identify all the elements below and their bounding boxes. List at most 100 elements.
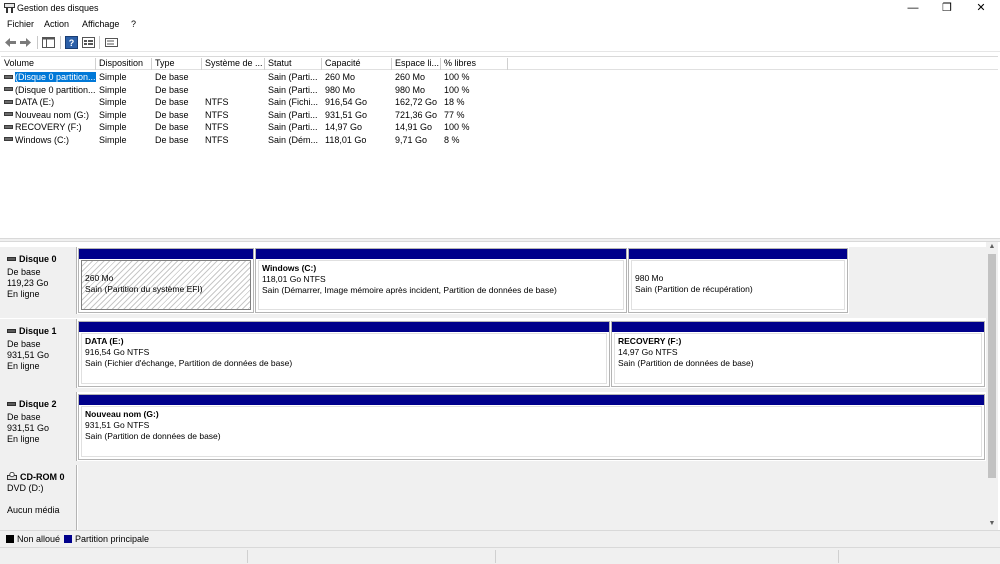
cell-percent-free: 100 % (444, 72, 470, 82)
partition-title: Nouveau nom (G:) (85, 409, 159, 419)
menu-help[interactable]: ? (131, 19, 136, 29)
toolbar: ? (0, 33, 1000, 52)
disk-2-size: 931,51 Go (7, 423, 50, 433)
menu-action[interactable]: Action (44, 19, 69, 29)
cell-filesystem: NTFS (205, 122, 229, 132)
cell-layout: Simple (99, 72, 127, 82)
cell-type: De base (155, 97, 189, 107)
partition-size: 931,51 Go NTFS (85, 420, 150, 430)
disk-0-size: 119,23 Go (7, 278, 49, 288)
partition-status: Sain (Partition de récupération) (635, 284, 753, 294)
toolbar-separator (60, 36, 61, 49)
cell-type: De base (155, 72, 189, 82)
column-header-status[interactable]: Statut (265, 58, 322, 70)
menu-affichage[interactable]: Affichage (82, 19, 119, 29)
cell-type: De base (155, 122, 189, 132)
partition-body: 980 Mo Sain (Partition de récupération) (631, 260, 845, 310)
disk-pane-scrollbar[interactable]: ▲ ▼ (986, 242, 998, 530)
partition-efi[interactable]: 260 Mo Sain (Partition du système EFI) (78, 248, 254, 313)
cell-free-space: 162,72 Go (395, 97, 438, 107)
volume-name: (Disque 0 partition... (15, 84, 96, 95)
cell-filesystem: NTFS (205, 97, 229, 107)
scroll-down-arrow[interactable]: ▼ (986, 519, 998, 529)
volume-list: Volume Disposition Type Système de ... S… (1, 56, 998, 238)
volume-name: Nouveau nom (G:) (15, 109, 90, 120)
cell-status: Sain (Parti... (268, 84, 318, 95)
column-header-type[interactable]: Type (152, 58, 202, 70)
status-pane (248, 550, 496, 563)
show-hide-console-tree-icon[interactable] (42, 36, 55, 49)
scroll-up-arrow[interactable]: ▲ (986, 242, 998, 252)
forward-icon[interactable] (19, 36, 32, 49)
cell-status: Sain (Parti... (268, 122, 318, 132)
disk-2-label-panel[interactable]: Disque 2 De base 931,51 Go En ligne (0, 392, 77, 461)
partition-size: 118,01 Go NTFS (262, 274, 326, 284)
column-header-layout[interactable]: Disposition (96, 58, 152, 70)
legend-bar: Non alloué Partition principale (0, 530, 1000, 547)
menu-fichier[interactable]: Fichier (7, 19, 34, 29)
volume-name: (Disque 0 partition... (15, 72, 96, 82)
status-pane (0, 550, 248, 563)
properties-icon[interactable] (82, 36, 95, 49)
volume-row[interactable]: (Disque 0 partition... Simple De base Sain … (1, 84, 998, 97)
cell-capacity: 118,01 Go (325, 134, 367, 145)
column-header-filesystem[interactable]: Système de ... (202, 58, 265, 70)
scroll-thumb[interactable] (988, 254, 996, 478)
partition-recovery-980[interactable]: 980 Mo Sain (Partition de récupération) (628, 248, 848, 313)
volume-row[interactable]: DATA (E:) Simple De base NTFS Sain (Fichi...… (1, 96, 998, 109)
partition-header-bar (79, 249, 253, 259)
restore-button[interactable]: ❐ (930, 0, 964, 17)
help-icon[interactable]: ? (65, 36, 78, 49)
back-icon[interactable] (4, 36, 17, 49)
cell-filesystem: NTFS (205, 134, 229, 145)
column-header-free-space[interactable]: Espace li... (392, 58, 441, 70)
partition-status: Sain (Démarrer, Image mémoire après inci… (262, 285, 557, 295)
column-header-percent-free[interactable]: % libres (441, 58, 508, 70)
cell-filesystem (202, 84, 265, 96)
partition-nouveau-nom-g[interactable]: Nouveau nom (G:) 931,51 Go NTFS Sain (Pa… (78, 394, 985, 460)
cdrom-0-name: CD-ROM 0 (7, 472, 65, 482)
partition-body: Windows (C:) 118,01 Go NTFS Sain (Démarr… (258, 260, 624, 310)
volume-row[interactable]: (Disque 0 partition... Simple De base Sain … (1, 71, 998, 84)
partition-status: Sain (Partition de données de base) (618, 358, 754, 368)
partition-title: DATA (E:) (85, 336, 124, 346)
disk-row-separator (0, 314, 986, 318)
partition-recovery-f[interactable]: RECOVERY (F:) 14,97 Go NTFS Sain (Partit… (611, 321, 985, 387)
column-header-volume[interactable]: Volume (1, 58, 96, 70)
cell-type: De base (155, 84, 189, 95)
partition-windows-c[interactable]: Windows (C:) 118,01 Go NTFS Sain (Démarr… (255, 248, 627, 313)
cell-type: De base (155, 134, 189, 145)
cell-capacity: 980 Mo (325, 84, 356, 95)
view-icon[interactable] (105, 36, 118, 49)
disk-0-state: En ligne (7, 289, 40, 299)
legend-swatch-unallocated (6, 535, 14, 543)
cdrom-row-empty-area (78, 465, 986, 530)
minimize-button[interactable]: — (896, 0, 930, 17)
column-header-capacity[interactable]: Capacité (322, 58, 392, 70)
partition-data-e[interactable]: DATA (E:) 916,54 Go NTFS Sain (Fichier d… (78, 321, 610, 387)
volume-row[interactable]: Nouveau nom (G:) Simple De base NTFS Sain (P… (1, 109, 998, 122)
title-bar: Gestion des disques — ❐ ✕ (0, 0, 1000, 17)
partition-title: Windows (C:) (262, 263, 317, 273)
close-button[interactable]: ✕ (964, 0, 998, 17)
cell-volume: RECOVERY (F:) (1, 121, 96, 133)
volume-row[interactable]: Windows (C:) Simple De base NTFS Sain (Dém..… (1, 134, 998, 147)
volume-list-header: Volume Disposition Type Système de ... S… (1, 57, 998, 70)
volume-icon (4, 112, 13, 117)
partition-header-bar (256, 249, 626, 259)
partition-status: Sain (Partition de données de base) (85, 431, 221, 441)
disk-1-label-panel[interactable]: Disque 1 De base 931,51 Go En ligne (0, 319, 77, 388)
disk-0-name: Disque 0 (7, 254, 57, 264)
cell-free-space: 260 Mo (395, 72, 426, 82)
volume-row[interactable]: RECOVERY (F:) Simple De base NTFS Sain (Part… (1, 121, 998, 134)
svg-text:?: ? (69, 38, 75, 48)
legend-label-unallocated: Non alloué (17, 534, 61, 544)
partition-header-bar (629, 249, 847, 259)
cell-percent-free: 100 % (444, 84, 470, 95)
cell-volume: DATA (E:) (1, 96, 96, 108)
disk-0-label-panel[interactable]: Disque 0 De base 119,23 Go En ligne (0, 247, 77, 314)
toolbar-separator (37, 36, 38, 49)
cell-free-space: 980 Mo (395, 84, 426, 95)
partition-status: Sain (Fichier d'échange, Partition de do… (85, 358, 293, 368)
cdrom-0-label-panel[interactable]: CD-ROM 0 DVD (D:) Aucun média (0, 465, 77, 530)
